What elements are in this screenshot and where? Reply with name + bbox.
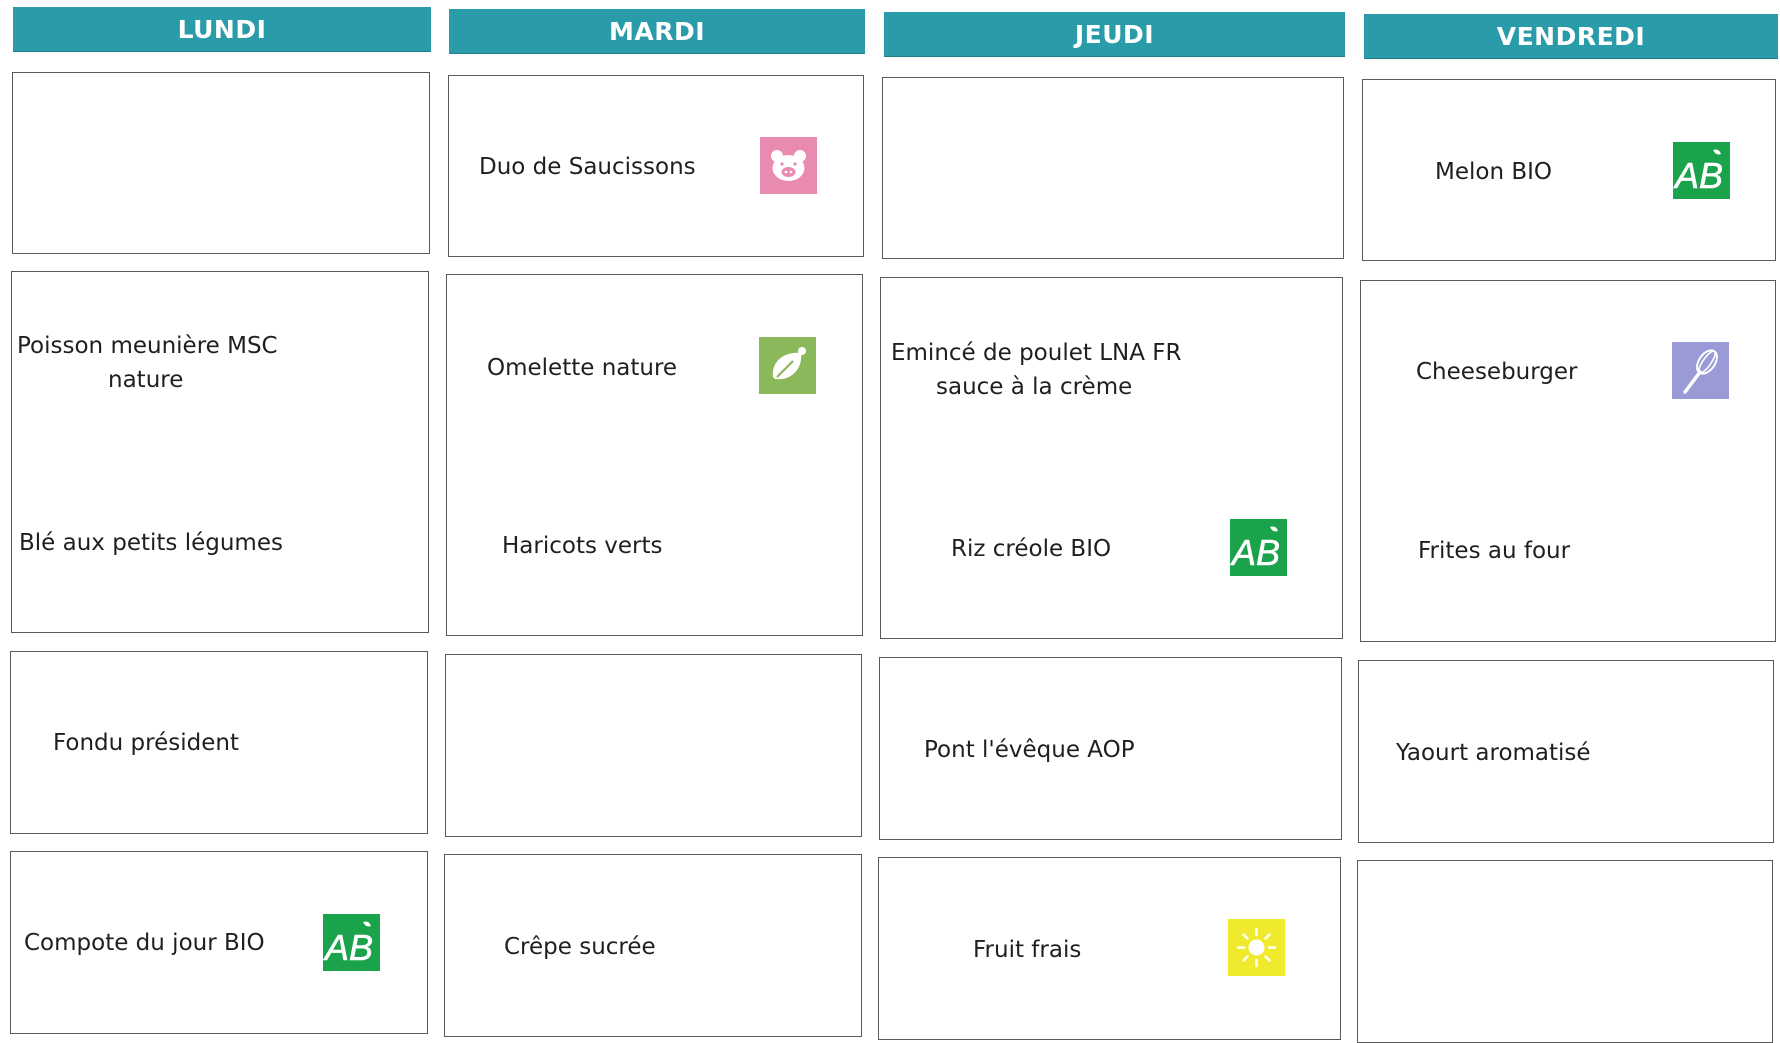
menu-item: Emincé de poulet LNA FR [891,340,1182,366]
cell-vendredi-plat: Cheeseburger Frites au four [1360,280,1776,642]
svg-text:AB: AB [323,927,373,968]
ab-organic-icon: AB [1230,519,1287,576]
menu-item: Frites au four [1418,538,1571,564]
menu-item: Duo de Saucissons [479,154,696,180]
cell-vendredi-dessert [1357,860,1773,1043]
ab-organic-icon: AB [1673,142,1730,199]
pig-icon [760,137,817,194]
cell-mardi-fromage [445,654,862,837]
svg-text:AB: AB [1673,155,1723,196]
svg-text:AB: AB [1230,532,1280,573]
sun-icon [1228,919,1285,976]
menu-item: Yaourt aromatisé [1396,740,1591,766]
leaf-icon [759,337,816,394]
cell-jeudi-fromage: Pont l'évêque AOP [879,657,1342,840]
cell-lundi-entree [12,72,430,254]
menu-item: Riz créole BIO [951,536,1112,562]
cell-vendredi-fromage: Yaourt aromatisé [1358,660,1774,843]
menu-item: Blé aux petits légumes [19,530,283,556]
menu-item: Melon BIO [1435,159,1553,185]
weekly-menu: LUNDI MARDI JEUDI VENDREDI Duo de Saucis… [0,0,1780,1043]
cell-mardi-plat: Omelette nature Haricots verts [446,274,863,636]
header-jeudi: JEUDI [884,12,1345,56]
menu-item: Compote du jour BIO [24,930,265,956]
header-vendredi: VENDREDI [1364,14,1778,58]
header-lundi: LUNDI [13,7,431,51]
menu-item: Crêpe sucrée [504,934,656,960]
cell-lundi-dessert: Compote du jour BIO AB [10,851,428,1034]
menu-item: sauce à la crème [936,374,1133,400]
menu-item: Poisson meunière MSC [17,333,278,359]
cell-jeudi-plat: Emincé de poulet LNA FR sauce à la crème… [880,277,1343,639]
cell-mardi-dessert: Crêpe sucrée [444,854,862,1037]
menu-item: nature [108,367,184,393]
cell-mardi-entree: Duo de Saucissons [448,75,864,257]
menu-item: Fruit frais [973,937,1082,963]
menu-item: Omelette nature [487,355,678,381]
menu-item: Fondu président [53,730,239,756]
menu-item: Cheeseburger [1416,359,1578,385]
cell-vendredi-entree: Melon BIO AB [1362,79,1776,261]
menu-item: Haricots verts [502,533,663,559]
whisk-icon [1672,342,1729,399]
cell-jeudi-entree [882,77,1344,259]
menu-item: Pont l'évêque AOP [924,737,1135,763]
header-mardi: MARDI [449,9,865,53]
cell-lundi-plat: Poisson meunière MSC nature Blé aux peti… [11,271,429,633]
cell-jeudi-dessert: Fruit frais [878,857,1341,1040]
ab-organic-icon: AB [323,914,380,971]
cell-lundi-fromage: Fondu président [10,651,428,834]
